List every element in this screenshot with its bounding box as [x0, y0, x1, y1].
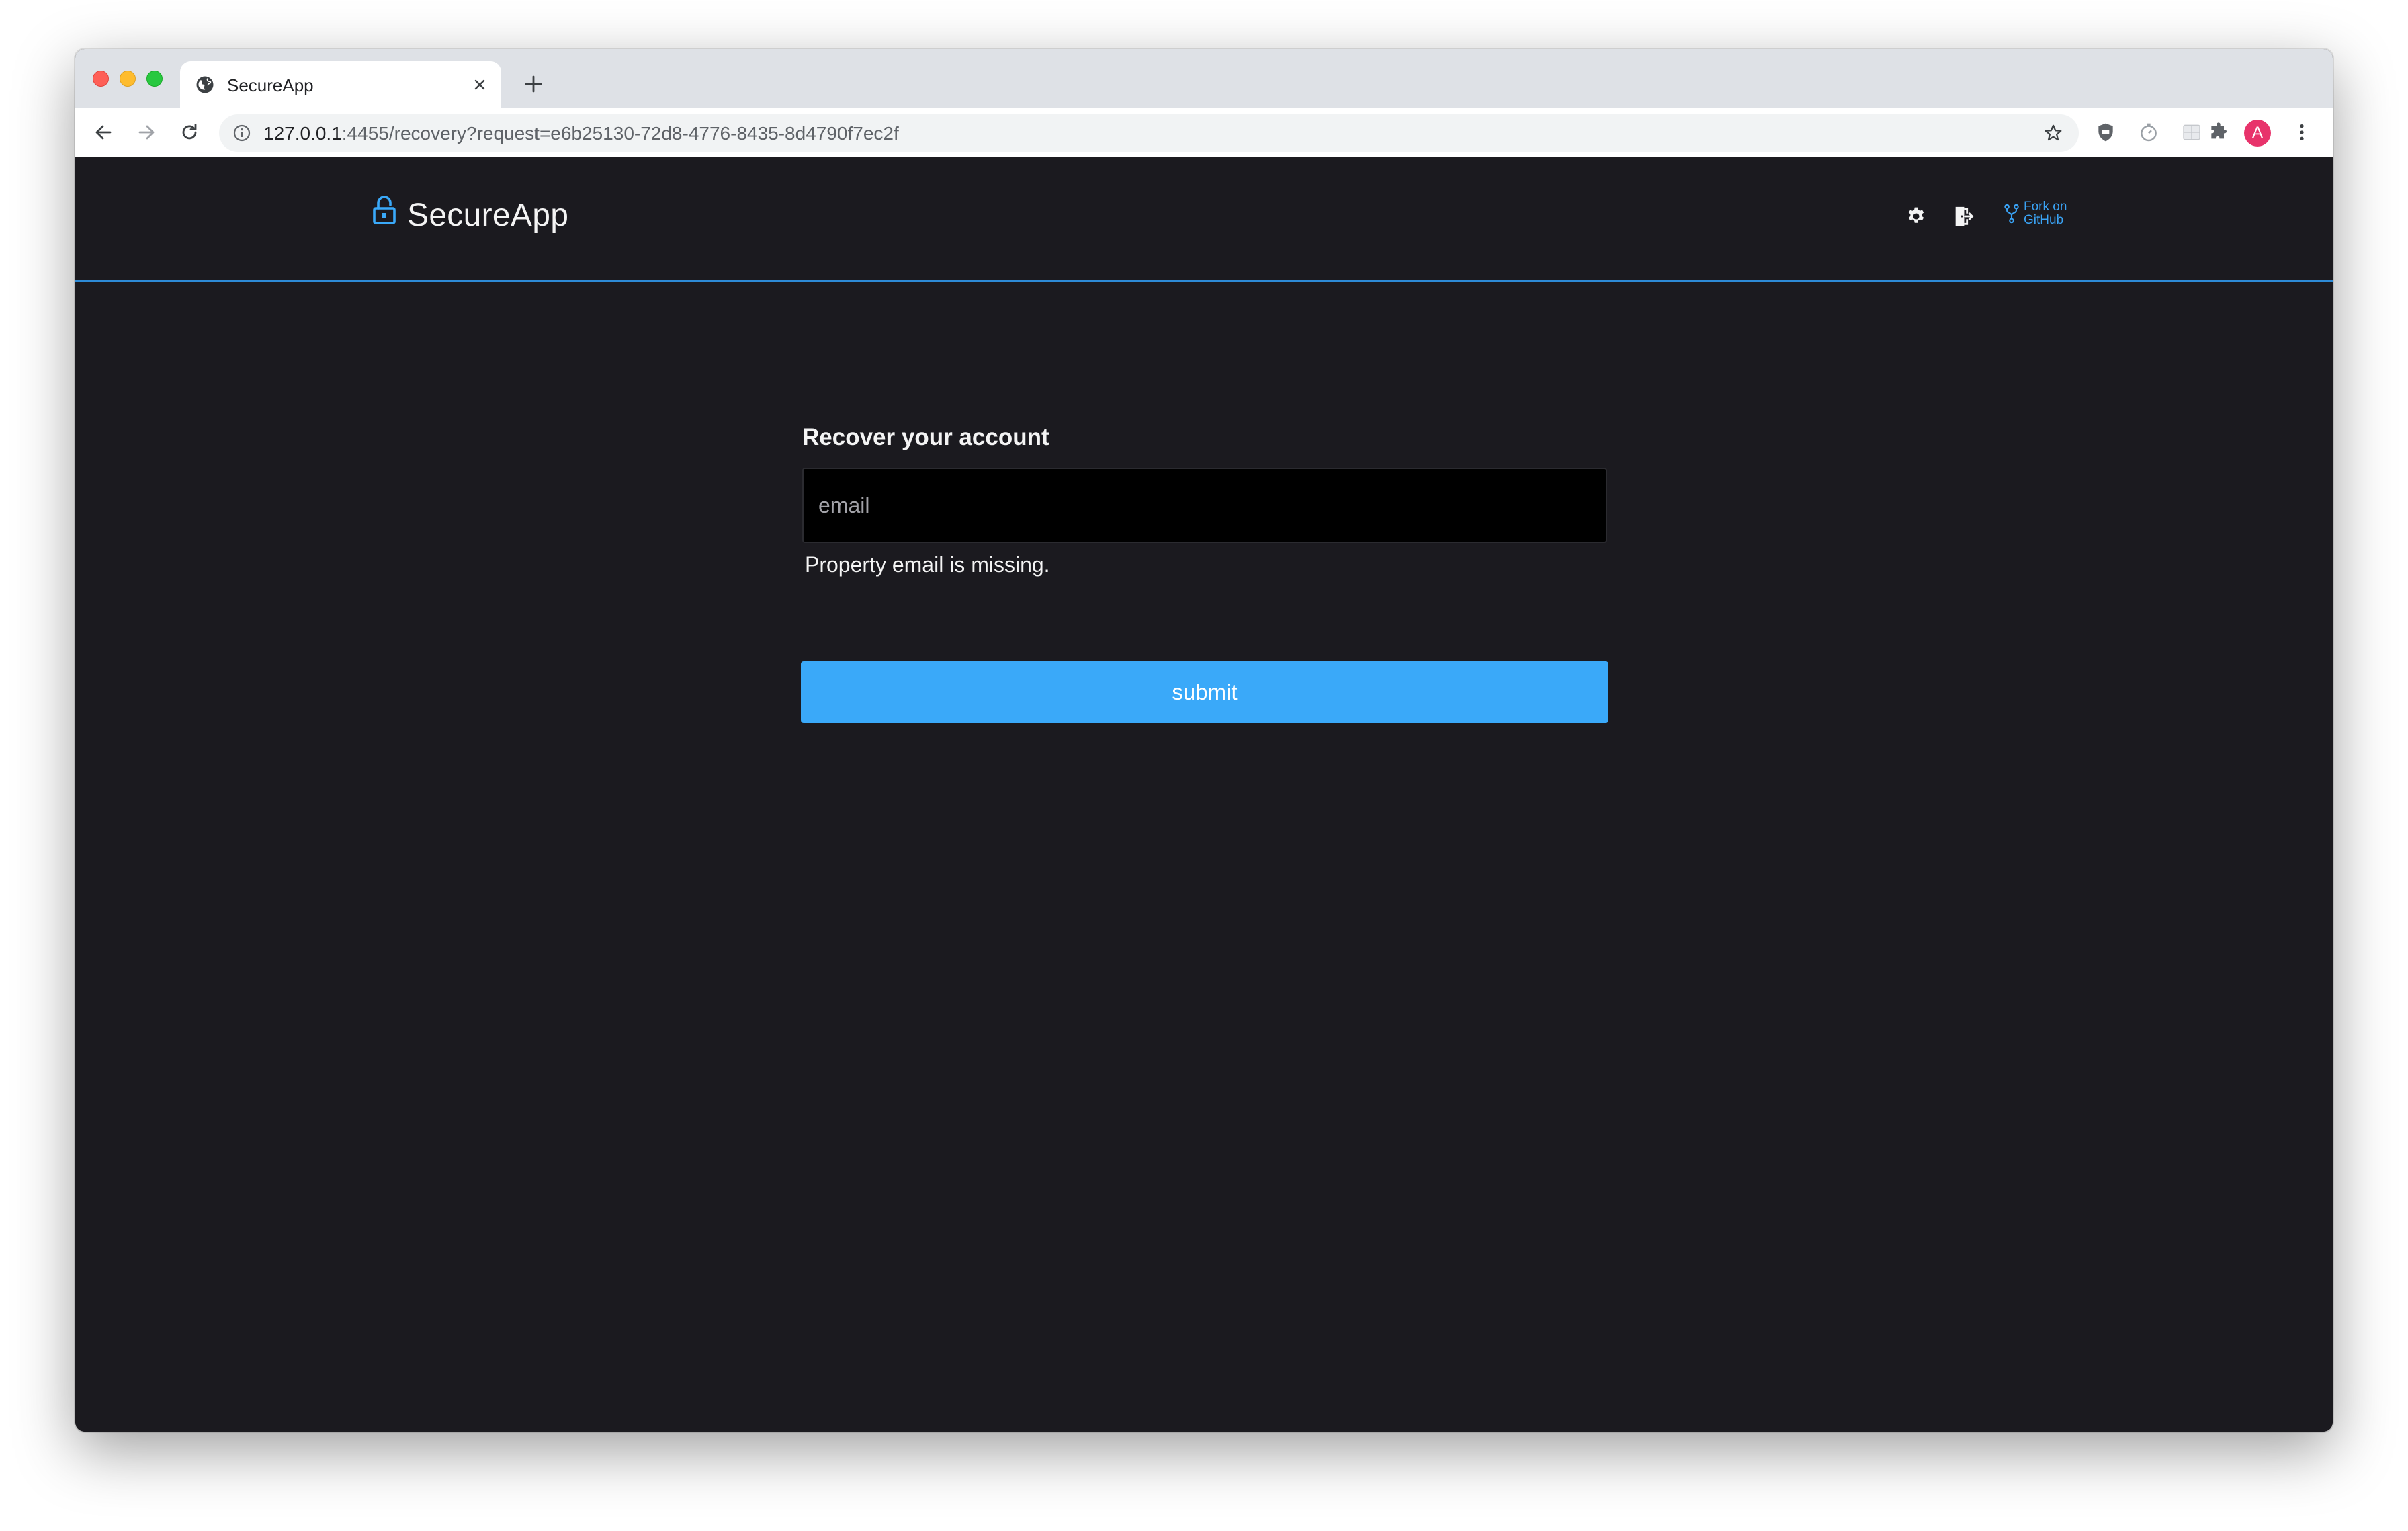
email-input[interactable] — [802, 468, 1607, 543]
reload-icon — [182, 124, 197, 140]
browser-menu-button[interactable] — [2287, 118, 2317, 147]
tab-title: SecureApp — [227, 75, 314, 95]
kebab-menu-icon — [2300, 124, 2304, 140]
close-window-button[interactable] — [93, 71, 109, 87]
app-header: SecureApp Fork on GitHub — [75, 157, 2333, 282]
url-host: 127.0.0.1 — [263, 123, 342, 144]
arrow-right-icon — [138, 125, 155, 140]
tab-strip: SecureApp — [75, 49, 2333, 108]
reload-button[interactable] — [175, 118, 204, 147]
fork-icon — [2004, 204, 2019, 224]
fork-label-line2: GitHub — [2024, 213, 2064, 227]
fork-label-line1: Fork on — [2024, 200, 2067, 214]
info-icon[interactable] — [232, 124, 251, 142]
url-path: :4455/recovery?request=e6b25130-72d8-477… — [341, 123, 899, 144]
maximize-window-button[interactable] — [146, 71, 163, 87]
extension-grid-button[interactable] — [2177, 118, 2206, 147]
logout-icon — [1955, 206, 1974, 226]
form-title: Recover your account — [802, 424, 1049, 450]
bookmark-button[interactable] — [2041, 121, 2065, 145]
page-content: SecureApp Fork on GitHub Recover your ac… — [75, 157, 2333, 1432]
profile-avatar[interactable]: A — [2244, 120, 2271, 147]
timer-icon — [2141, 123, 2157, 142]
plus-icon — [525, 75, 542, 93]
extension-shield-button[interactable] — [2091, 118, 2120, 147]
email-error-message: Property email is missing. — [805, 552, 1050, 577]
url-text: 127.0.0.1:4455/recovery?request=e6b25130… — [263, 123, 899, 144]
submit-button[interactable]: submit — [801, 661, 1608, 723]
tab-close-button[interactable] — [468, 73, 492, 97]
browser-tab-active[interactable]: SecureApp — [180, 61, 501, 108]
puzzle-icon — [2211, 122, 2227, 139]
browser-window: SecureApp 127.0.0.1:4455/recovery?reques… — [75, 49, 2333, 1432]
browser-toolbar: 127.0.0.1:4455/recovery?request=e6b25130… — [75, 108, 2333, 157]
shield-icon — [2098, 123, 2113, 142]
arrow-left-icon — [95, 125, 112, 140]
logout-button[interactable] — [1950, 203, 1977, 230]
back-button[interactable] — [89, 118, 118, 147]
close-icon — [474, 79, 485, 90]
lock-icon — [373, 196, 396, 224]
extensions-menu-button[interactable] — [2204, 118, 2233, 147]
globe-icon — [196, 76, 214, 93]
gear-icon — [1908, 207, 1924, 223]
grid-icon — [2183, 124, 2200, 140]
brand-link[interactable]: SecureApp — [372, 195, 568, 235]
fork-label: Fork on GitHub — [2024, 200, 2067, 227]
star-icon — [2045, 124, 2062, 141]
minimize-window-button[interactable] — [120, 71, 136, 87]
new-tab-button[interactable] — [519, 69, 548, 99]
address-bar[interactable]: 127.0.0.1:4455/recovery?request=e6b25130… — [219, 114, 2079, 152]
brand-name: SecureApp — [407, 197, 569, 233]
forward-button[interactable] — [132, 118, 161, 147]
settings-button[interactable] — [1903, 203, 1930, 230]
extension-timer-button[interactable] — [2134, 118, 2163, 147]
fork-on-github-link[interactable]: Fork on GitHub — [2004, 200, 2067, 227]
